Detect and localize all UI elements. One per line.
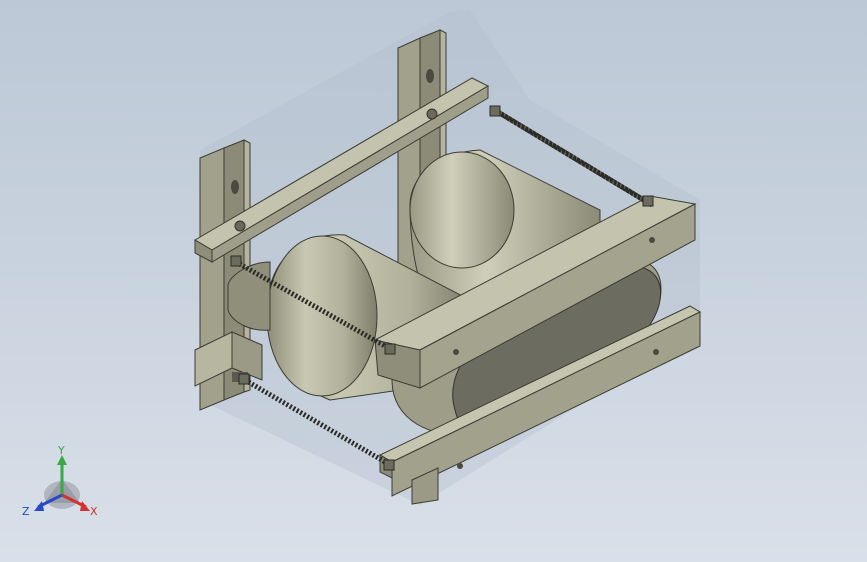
z-axis-label: Z: [22, 505, 30, 518]
transformer-assembly-model[interactable]: [0, 0, 867, 562]
orientation-triad[interactable]: Y Z X: [20, 445, 104, 523]
y-axis-label: Y: [57, 445, 65, 457]
z-axis-arrow: [34, 501, 44, 511]
x-axis-arrow: [80, 501, 90, 511]
x-axis-label: X: [90, 505, 98, 518]
graphics-viewport[interactable]: Y Z X: [0, 0, 867, 562]
